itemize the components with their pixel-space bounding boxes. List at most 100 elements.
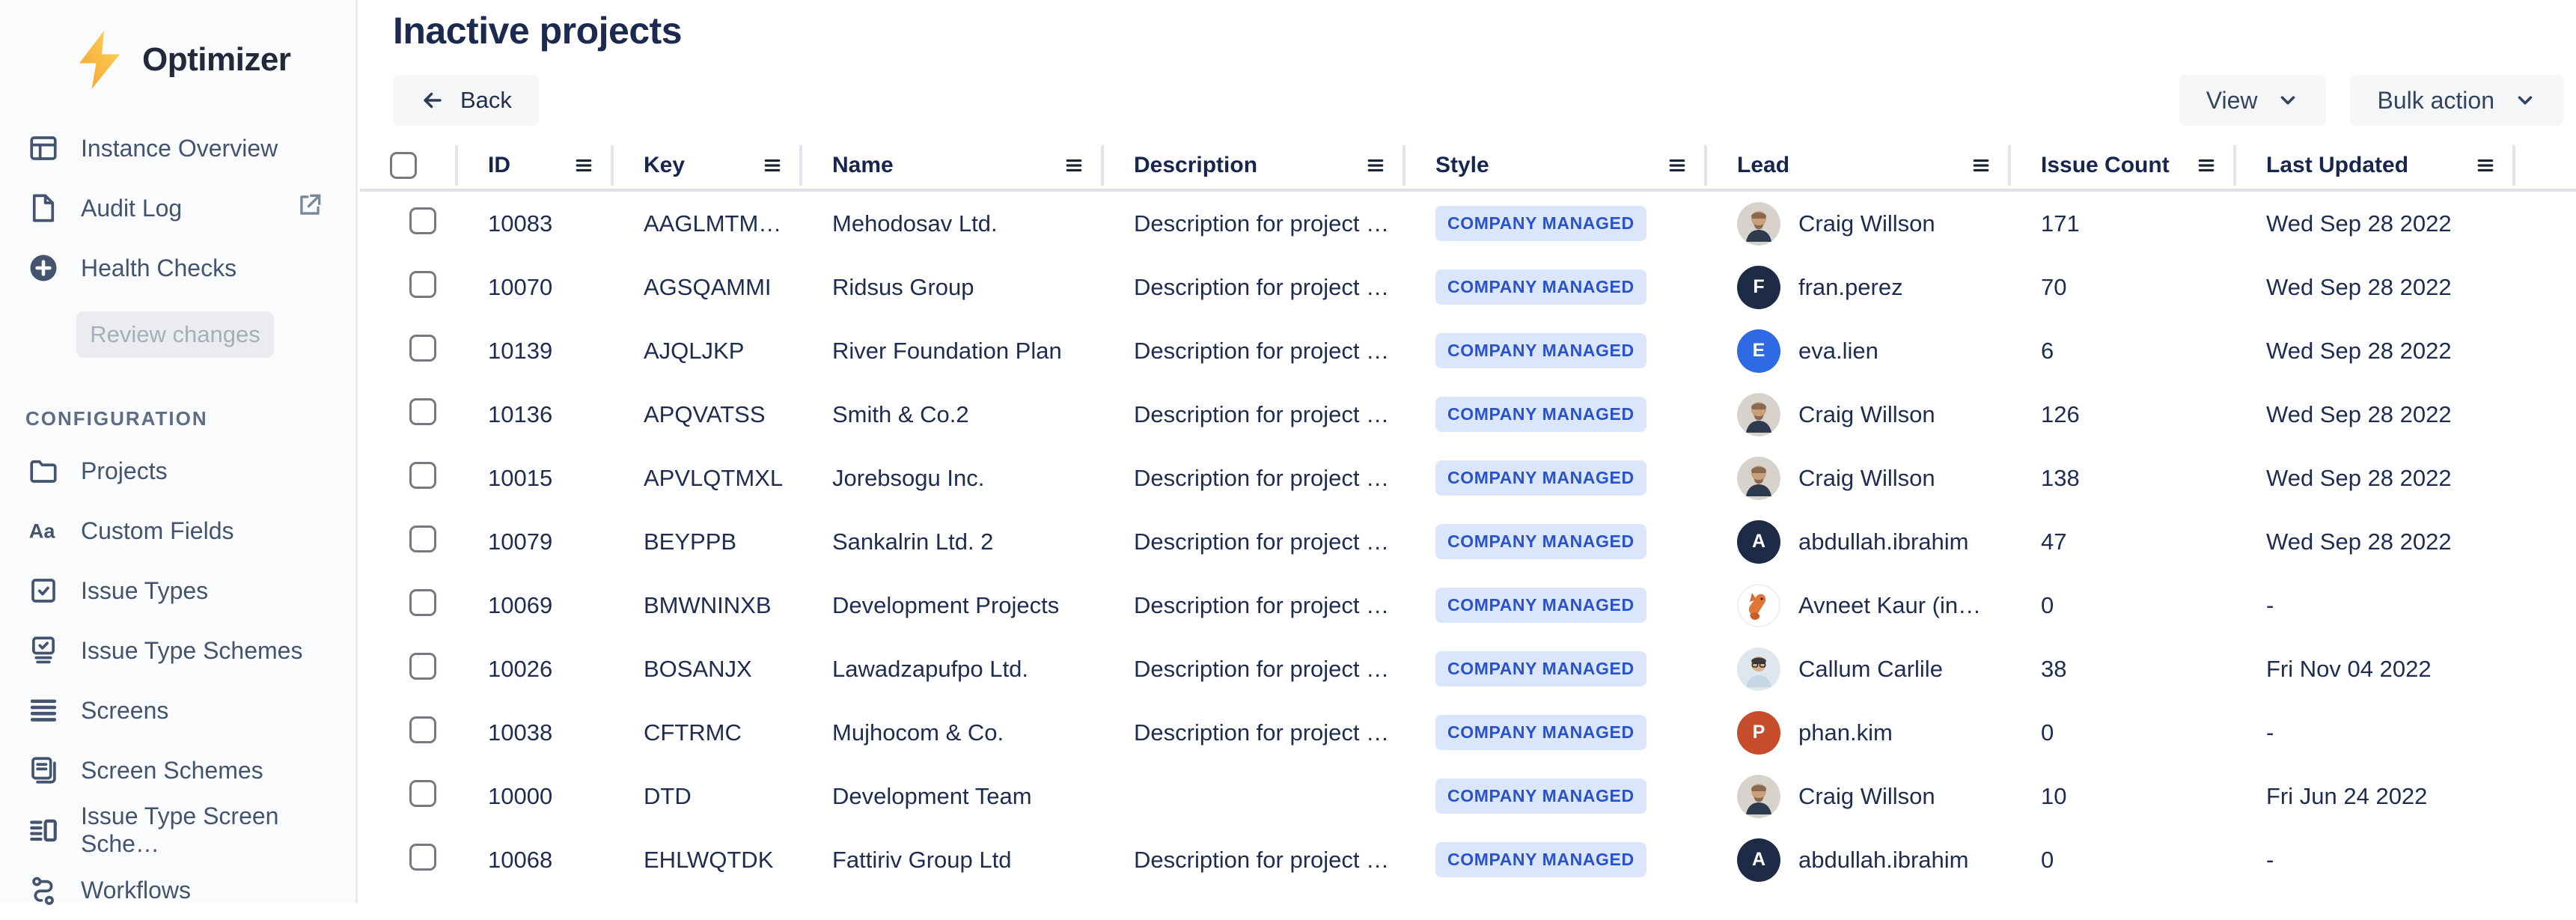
back-button[interactable]: Back [393,75,539,126]
cell-key: BEYPPB [614,528,802,555]
lead-name: abdullah.ibrahim [1798,847,1968,874]
plus-circle-icon [27,252,60,284]
cell-key: BMWNINXB [614,592,802,619]
cell-id: 10083 [458,210,614,237]
cell-description: Description for project … [1104,719,1405,746]
cell-key: APVLQTMXL [614,465,802,492]
lead-name: abdullah.ibrahim [1798,528,1968,555]
column-header-label: Key [644,153,685,178]
sidebar-item-audit-log[interactable]: Audit Log [0,178,355,238]
cell-id: 10026 [458,656,614,683]
sidebar-item-workflows[interactable]: Workflows [0,860,355,920]
document-icon [27,192,60,225]
cell-last-updated: Wed Sep 28 2022 [2236,274,2515,301]
row-checkbox[interactable] [409,716,436,743]
style-badge: COMPANY MANAGED [1435,333,1646,368]
sidebar-item-screen-schemes[interactable]: Screen Schemes [0,740,355,800]
bulk-action-dropdown-button[interactable]: Bulk action [2350,75,2563,126]
row-checkbox[interactable] [409,589,436,616]
column-menu-icon[interactable] [1365,155,1386,176]
cell-description: Description for project … [1104,465,1405,492]
chevron-down-icon [2514,89,2536,112]
row-select-cell [360,716,458,749]
cell-issue-count: 0 [2011,719,2236,746]
lead-avatar: F [1737,266,1780,309]
sidebar-item-custom-fields[interactable]: AaCustom Fields [0,501,355,561]
external-link-icon[interactable] [296,191,324,225]
column-header-issue-count: Issue Count [2011,142,2236,189]
cell-name: Fattiriv Group Ltd [802,847,1104,874]
sidebar-item-label: Issue Type Schemes [81,637,302,665]
lead-name: Craig Willson [1798,210,1935,237]
cell-last-updated: Wed Sep 28 2022 [2236,210,2515,237]
row-checkbox[interactable] [409,398,436,425]
cell-id: 10068 [458,847,614,874]
cell-key: AGSQAMMI [614,274,802,301]
column-header-label: Name [832,153,894,178]
column-menu-icon[interactable] [573,155,594,176]
sidebar-item-label: Workflows [81,877,191,904]
issue-type-schemes-icon [27,634,60,667]
column-header-label: Style [1435,153,1489,178]
cell-description: Description for project … [1104,401,1405,428]
instance-overview-icon [27,132,60,165]
cell-style: COMPANY MANAGED [1405,333,1707,368]
table-row: 10069BMWNINXBDevelopment ProjectsDescrip… [360,573,2576,637]
cell-id: 10079 [458,528,614,555]
column-menu-icon[interactable] [1667,155,1688,176]
table-header-row: IDKeyNameDescriptionStyleLeadIssue Count… [360,142,2576,192]
sidebar-item-projects[interactable]: Projects [0,441,355,501]
view-dropdown-button[interactable]: View [2179,75,2327,126]
row-checkbox[interactable] [409,526,436,552]
row-checkbox[interactable] [409,653,436,680]
cell-issue-count: 171 [2011,210,2236,237]
row-checkbox[interactable] [409,207,436,234]
column-menu-icon[interactable] [762,155,783,176]
row-checkbox[interactable] [409,462,436,489]
row-checkbox[interactable] [409,780,436,807]
cell-style: COMPANY MANAGED [1405,842,1707,877]
lead-avatar [1737,648,1780,691]
column-header-id: ID [458,142,614,189]
review-changes-button[interactable]: Review changes [76,311,274,358]
cell-id: 10139 [458,338,614,365]
column-header-label: Lead [1737,153,1789,178]
sidebar-item-label: Custom Fields [81,517,234,545]
column-menu-icon[interactable] [1063,155,1084,176]
column-menu-icon[interactable] [2196,155,2217,176]
row-checkbox[interactable] [409,271,436,298]
style-badge: COMPANY MANAGED [1435,524,1646,559]
cell-id: 10069 [458,592,614,619]
screens-icon [27,694,60,727]
column-header-label: ID [488,153,510,178]
header-select-cell [360,142,458,189]
cell-last-updated: - [2236,592,2515,619]
column-header-key: Key [614,142,802,189]
lead-name: eva.lien [1798,338,1878,365]
row-checkbox[interactable] [409,844,436,871]
cell-style: COMPANY MANAGED [1405,651,1707,686]
sidebar-item-issue-types[interactable]: Issue Types [0,561,355,621]
column-header-lead: Lead [1707,142,2011,189]
cell-lead: Avneet Kaur (in… [1707,584,2011,627]
lead-avatar: A [1737,520,1780,564]
sidebar-item-screens[interactable]: Screens [0,680,355,740]
lead-name: Craig Willson [1798,401,1935,428]
row-checkbox[interactable] [409,335,436,362]
cell-issue-count: 70 [2011,274,2236,301]
column-menu-icon[interactable] [1971,155,1991,176]
cell-last-updated: Wed Sep 28 2022 [2236,528,2515,555]
cell-description: Description for project … [1104,592,1405,619]
configuration-section-label: CONFIGURATION [25,407,355,430]
lead-avatar [1737,393,1780,436]
sidebar-item-issue-type-screen-sche[interactable]: Issue Type Screen Sche… [0,800,355,860]
cell-issue-count: 10 [2011,783,2236,810]
lead-avatar [1737,457,1780,500]
column-menu-icon[interactable] [2475,155,2496,176]
select-all-checkbox[interactable] [390,152,417,179]
sidebar-item-health-checks[interactable]: Health Checks [0,238,355,298]
cell-issue-count: 47 [2011,528,2236,555]
sidebar-item-issue-type-schemes[interactable]: Issue Type Schemes [0,621,355,680]
lead-name: Callum Carlile [1798,656,1943,683]
sidebar-item-instance-overview[interactable]: Instance Overview [0,118,355,178]
